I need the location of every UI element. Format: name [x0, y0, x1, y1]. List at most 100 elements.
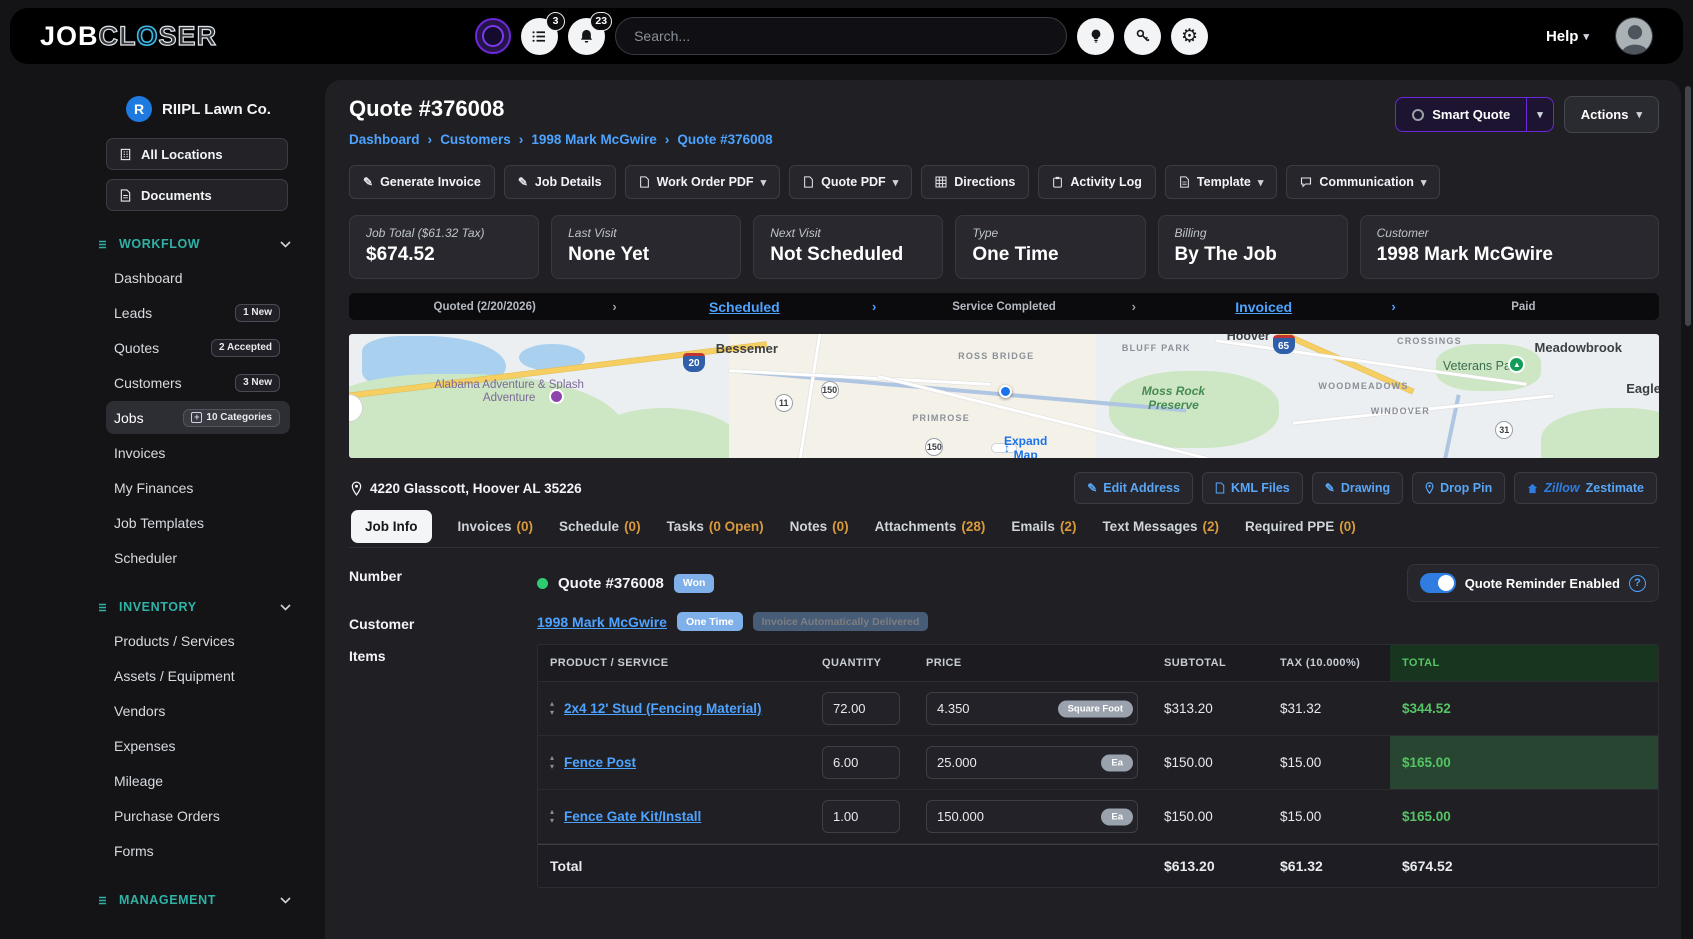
chevron-down-icon: ▾	[893, 176, 899, 189]
park-shape	[1541, 408, 1659, 458]
tab-attachments[interactable]: Attachments(28)	[875, 519, 986, 534]
map-pin-icon	[351, 481, 362, 496]
won-badge: Won	[674, 574, 715, 593]
map-label: Meadowbrook	[1535, 340, 1622, 355]
total-label: Total	[538, 845, 810, 887]
product-link[interactable]: Fence Gate Kit/Install	[564, 809, 701, 824]
all-locations-button[interactable]: All Locations	[106, 138, 288, 170]
breadcrumb-customer-name[interactable]: 1998 Mark McGwire	[531, 132, 656, 147]
sidebar-item-products-services[interactable]: Products / Services	[106, 624, 290, 657]
tab-emails[interactable]: Emails(2)	[1011, 519, 1076, 534]
customer-link[interactable]: 1998 Mark McGwire	[537, 614, 667, 630]
company-switcher[interactable]: R RIIPL Lawn Co.	[106, 96, 291, 122]
help-question-icon[interactable]: ?	[1629, 575, 1646, 592]
chevron-right-icon: ›	[665, 131, 670, 147]
record-ring-icon[interactable]	[475, 18, 511, 54]
stat-cards: Job Total ($61.32 Tax)$674.52 Last Visit…	[349, 215, 1659, 279]
tax-value: $31.32	[1268, 691, 1390, 726]
pdf-icon	[803, 176, 814, 188]
sidebar-item-dashboard[interactable]: Dashboard	[106, 261, 290, 294]
breadcrumb-quote[interactable]: Quote #376008	[677, 132, 772, 147]
tab-invoices[interactable]: Invoices(0)	[458, 519, 534, 534]
sidebar-item-my-finances[interactable]: My Finances	[106, 471, 290, 504]
breadcrumb-dashboard[interactable]: Dashboard	[349, 132, 420, 147]
tab-schedule[interactable]: Schedule(0)	[559, 519, 641, 534]
sidebar-item-jobs[interactable]: Jobs+10 Categories	[106, 401, 290, 434]
section-management[interactable]: MANAGEMENT	[98, 893, 291, 907]
row-reorder-handle[interactable]: ▴▾	[550, 754, 554, 771]
user-avatar[interactable]	[1615, 17, 1653, 55]
quote-reminder-toggle[interactable]	[1420, 573, 1456, 593]
tab-text-messages[interactable]: Text Messages(2)	[1102, 519, 1219, 534]
sidebar-item-mileage[interactable]: Mileage	[106, 764, 290, 797]
chevron-down-icon: ▾	[1537, 108, 1543, 121]
sidebar-item-assets-equipment[interactable]: Assets / Equipment	[106, 659, 290, 692]
section-inventory[interactable]: INVENTORY	[98, 600, 291, 614]
stat-next-visit: Next VisitNot Scheduled	[753, 215, 943, 279]
breadcrumb-customers[interactable]: Customers	[440, 132, 511, 147]
sidebar-item-expenses[interactable]: Expenses	[106, 729, 290, 762]
job-details-button[interactable]: ✎Job Details	[504, 165, 616, 199]
sidebar-item-job-templates[interactable]: Job Templates	[106, 506, 290, 539]
sidebar-item-forms[interactable]: Forms	[106, 834, 290, 867]
pencil-icon: ✎	[1325, 482, 1335, 494]
expand-map-button[interactable]: ↕Expand Map	[991, 443, 1017, 453]
tab-notes[interactable]: Notes(0)	[790, 519, 849, 534]
smart-quote-caret-button[interactable]: ▾	[1526, 97, 1554, 132]
page-title: Quote #376008	[349, 96, 773, 122]
help-menu[interactable]: Help▾	[1546, 28, 1589, 45]
settings-button[interactable]: ⚙	[1171, 18, 1208, 55]
edit-address-button[interactable]: ✎Edit Address	[1074, 472, 1193, 504]
quantity-input[interactable]	[822, 800, 900, 833]
template-button[interactable]: Template▾	[1165, 165, 1277, 199]
smart-quote-button[interactable]: Smart Quote	[1395, 97, 1526, 132]
address-row: 4220 Glasscott, Hoover AL 35226 ✎Edit Ad…	[349, 468, 1659, 516]
tab-job-info[interactable]: Job Info	[351, 510, 432, 543]
generate-invoice-button[interactable]: ✎Generate Invoice	[349, 165, 495, 199]
lightbulb-button[interactable]	[1077, 18, 1114, 55]
map-label: WINDOVER	[1371, 406, 1430, 416]
unit-pill[interactable]: Square Foot	[1058, 700, 1133, 717]
sidebar-item-purchase-orders[interactable]: Purchase Orders	[106, 799, 290, 832]
unit-pill[interactable]: Ea	[1101, 808, 1133, 825]
zillow-zestimate-button[interactable]: ZillowZestimate	[1514, 472, 1657, 504]
quantity-input[interactable]	[822, 746, 900, 779]
subtotal-value: $313.20	[1152, 691, 1268, 726]
row-reorder-handle[interactable]: ▴▾	[550, 808, 554, 825]
section-workflow[interactable]: WORKFLOW	[98, 237, 291, 251]
activity-log-button[interactable]: Activity Log	[1038, 165, 1156, 199]
notes-list-button[interactable]: 3	[521, 18, 558, 55]
documents-button[interactable]: Documents	[106, 179, 288, 211]
quantity-input[interactable]	[822, 692, 900, 725]
quote-pdf-button[interactable]: Quote PDF▾	[789, 165, 912, 199]
tax-value: $15.00	[1268, 745, 1390, 780]
notifications-button[interactable]: 23	[568, 18, 605, 55]
sidebar-item-customers[interactable]: Customers3 New	[106, 366, 290, 399]
page-scrollbar[interactable]	[1685, 86, 1691, 326]
directions-button[interactable]: Directions	[921, 165, 1029, 199]
actions-button[interactable]: Actions▾	[1564, 96, 1659, 133]
pdf-icon	[639, 176, 650, 188]
search-input[interactable]	[615, 17, 1067, 55]
tab-required-ppe[interactable]: Required PPE(0)	[1245, 519, 1356, 534]
product-link[interactable]: Fence Post	[564, 755, 636, 770]
unit-pill[interactable]: Ea	[1101, 754, 1133, 771]
map[interactable]: Bessemer Alabama Adventure & Splash Adve…	[349, 334, 1659, 458]
row-reorder-handle[interactable]: ▴▾	[550, 700, 554, 717]
sidebar-item-scheduler[interactable]: Scheduler	[106, 541, 290, 574]
sidebar-item-vendors[interactable]: Vendors	[106, 694, 290, 727]
work-order-pdf-button[interactable]: Work Order PDF▾	[625, 165, 781, 199]
drop-pin-button[interactable]: Drop Pin	[1412, 472, 1505, 504]
drawing-button[interactable]: ✎Drawing	[1312, 472, 1403, 504]
route-shield: 11	[775, 394, 793, 412]
sidebar-item-leads[interactable]: Leads1 New	[106, 296, 290, 329]
table-row: ▴▾ Fence Post Ea $150.00 $15.00 $165.00	[538, 736, 1658, 790]
kml-files-button[interactable]: KML Files	[1202, 472, 1303, 504]
tab-tasks[interactable]: Tasks(0 Open)	[667, 519, 764, 534]
communication-button[interactable]: Communication▾	[1286, 165, 1440, 199]
key-button[interactable]	[1124, 18, 1161, 55]
product-link[interactable]: 2x4 12' Stud (Fencing Material)	[564, 701, 762, 716]
sidebar-item-invoices[interactable]: Invoices	[106, 436, 290, 469]
pencil-icon: ✎	[363, 176, 373, 188]
sidebar-item-quotes[interactable]: Quotes2 Accepted	[106, 331, 290, 364]
